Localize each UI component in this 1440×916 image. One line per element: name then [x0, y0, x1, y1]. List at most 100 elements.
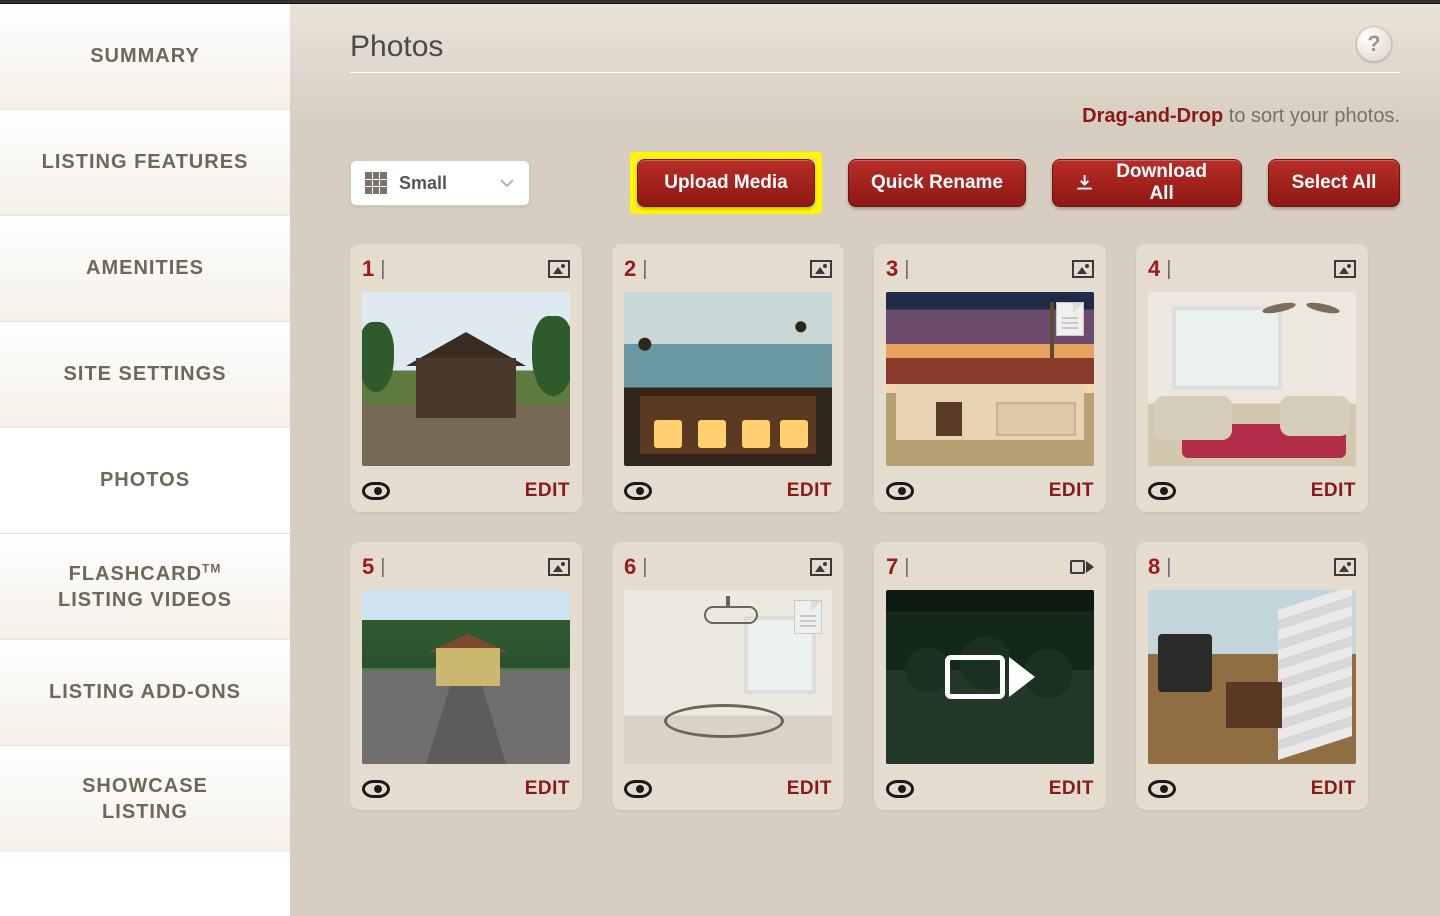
sidebar-label: SHOWCASE LISTING [82, 773, 208, 825]
sidebar-item-summary[interactable]: SUMMARY [0, 4, 290, 110]
select-label: Select All [1292, 172, 1377, 194]
visibility-toggle-icon[interactable] [362, 780, 390, 798]
main-content: ? Photos Drag-and-Drop to sort your phot… [290, 4, 1440, 916]
flashcard-line1: FLASHCARD [69, 563, 202, 585]
card-pipe: | [1166, 556, 1171, 579]
thumbnail[interactable] [886, 292, 1094, 466]
photo-card[interactable]: 3 | EDIT [874, 244, 1106, 512]
card-pipe: | [904, 556, 909, 579]
thumbnail[interactable] [1148, 292, 1356, 466]
visibility-toggle-icon[interactable] [1148, 780, 1176, 798]
photo-card[interactable]: 5 | EDIT [350, 542, 582, 810]
image-icon [548, 260, 570, 278]
trademark-icon: TM [202, 561, 221, 575]
toolbar: Small Upload Media Quick Rename Download… [350, 152, 1400, 214]
image-icon [810, 260, 832, 278]
photo-card[interactable]: 7 | EDIT [874, 542, 1106, 810]
visibility-toggle-icon[interactable] [624, 780, 652, 798]
card-footer: EDIT [362, 778, 570, 800]
grid-icon [365, 172, 387, 194]
help-glyph: ? [1367, 31, 1380, 57]
edit-button[interactable]: EDIT [1311, 480, 1356, 502]
document-badge-icon [1056, 302, 1084, 336]
thumbnail[interactable] [624, 590, 832, 764]
visibility-toggle-icon[interactable] [624, 482, 652, 500]
sidebar-item-listing-features[interactable]: LISTING FEATURES [0, 110, 290, 216]
sidebar-item-listing-addons[interactable]: LISTING ADD-ONS [0, 640, 290, 746]
thumbnail[interactable] [362, 292, 570, 466]
card-number: 4 [1148, 256, 1160, 282]
card-number: 3 [886, 256, 898, 282]
visibility-toggle-icon[interactable] [1148, 482, 1176, 500]
edit-button[interactable]: EDIT [525, 778, 570, 800]
image-icon [1334, 260, 1356, 278]
help-icon[interactable]: ? [1356, 26, 1392, 62]
select-all-button[interactable]: Select All [1268, 159, 1400, 207]
photo-card[interactable]: 8 | EDIT [1136, 542, 1368, 810]
download-all-button[interactable]: Download All [1052, 159, 1242, 207]
card-pipe: | [642, 258, 647, 281]
image-icon [810, 558, 832, 576]
sidebar-label: SUMMARY [90, 45, 200, 68]
card-number: 7 [886, 554, 898, 580]
card-footer: EDIT [1148, 778, 1356, 800]
thumbnail[interactable] [1148, 590, 1356, 764]
edit-button[interactable]: EDIT [1049, 778, 1094, 800]
upload-highlight: Upload Media [630, 152, 822, 214]
card-header: 5 | [362, 554, 570, 580]
image-icon [1072, 260, 1094, 278]
card-footer: EDIT [886, 480, 1094, 502]
card-footer: EDIT [624, 778, 832, 800]
thumbnail[interactable] [624, 292, 832, 466]
image-icon [1334, 558, 1356, 576]
thumbnail[interactable] [362, 590, 570, 764]
card-header: 4 | [1148, 256, 1356, 282]
card-footer: EDIT [362, 480, 570, 502]
showcase-line1: SHOWCASE [82, 773, 208, 799]
card-number: 6 [624, 554, 636, 580]
visibility-toggle-icon[interactable] [886, 482, 914, 500]
card-footer: EDIT [1148, 480, 1356, 502]
drag-hint-rest: to sort your photos. [1223, 105, 1400, 127]
card-number: 8 [1148, 554, 1160, 580]
card-pipe: | [904, 258, 909, 281]
thumbnail[interactable] [886, 590, 1094, 764]
edit-button[interactable]: EDIT [1311, 778, 1356, 800]
title-rule [350, 72, 1400, 73]
visibility-toggle-icon[interactable] [886, 780, 914, 798]
photo-card[interactable]: 1 | EDIT [350, 244, 582, 512]
image-icon [548, 558, 570, 576]
card-pipe: | [380, 556, 385, 579]
upload-label: Upload Media [664, 172, 788, 194]
upload-media-button[interactable]: Upload Media [637, 159, 815, 207]
card-header: 8 | [1148, 554, 1356, 580]
thumbnail-size-select[interactable]: Small [350, 160, 530, 206]
quick-rename-button[interactable]: Quick Rename [848, 159, 1026, 207]
sidebar-item-amenities[interactable]: AMENITIES [0, 216, 290, 322]
showcase-line2: LISTING [82, 799, 208, 825]
sidebar-item-photos[interactable]: PHOTOS [0, 428, 290, 534]
photo-card[interactable]: 4 | EDIT [1136, 244, 1368, 512]
edit-button[interactable]: EDIT [525, 480, 570, 502]
sidebar-label: AMENITIES [86, 257, 204, 280]
visibility-toggle-icon[interactable] [362, 482, 390, 500]
edit-button[interactable]: EDIT [787, 778, 832, 800]
card-header: 2 | [624, 256, 832, 282]
photo-card[interactable]: 6 | EDIT [612, 542, 844, 810]
card-number: 5 [362, 554, 374, 580]
card-header: 6 | [624, 554, 832, 580]
card-footer: EDIT [886, 778, 1094, 800]
sidebar-label: LISTING FEATURES [42, 151, 249, 174]
download-icon [1075, 173, 1094, 193]
card-pipe: | [642, 556, 647, 579]
card-pipe: | [1166, 258, 1171, 281]
drag-hint-bold: Drag-and-Drop [1082, 105, 1223, 127]
edit-button[interactable]: EDIT [1049, 480, 1094, 502]
drag-hint: Drag-and-Drop to sort your photos. [350, 105, 1400, 128]
edit-button[interactable]: EDIT [787, 480, 832, 502]
sidebar-item-site-settings[interactable]: SITE SETTINGS [0, 322, 290, 428]
photo-card[interactable]: 2 | EDIT [612, 244, 844, 512]
size-label: Small [399, 173, 487, 194]
sidebar-item-showcase-listing[interactable]: SHOWCASE LISTING [0, 746, 290, 852]
sidebar-item-flashcard-videos[interactable]: FLASHCARDTM LISTING VIDEOS [0, 534, 290, 640]
